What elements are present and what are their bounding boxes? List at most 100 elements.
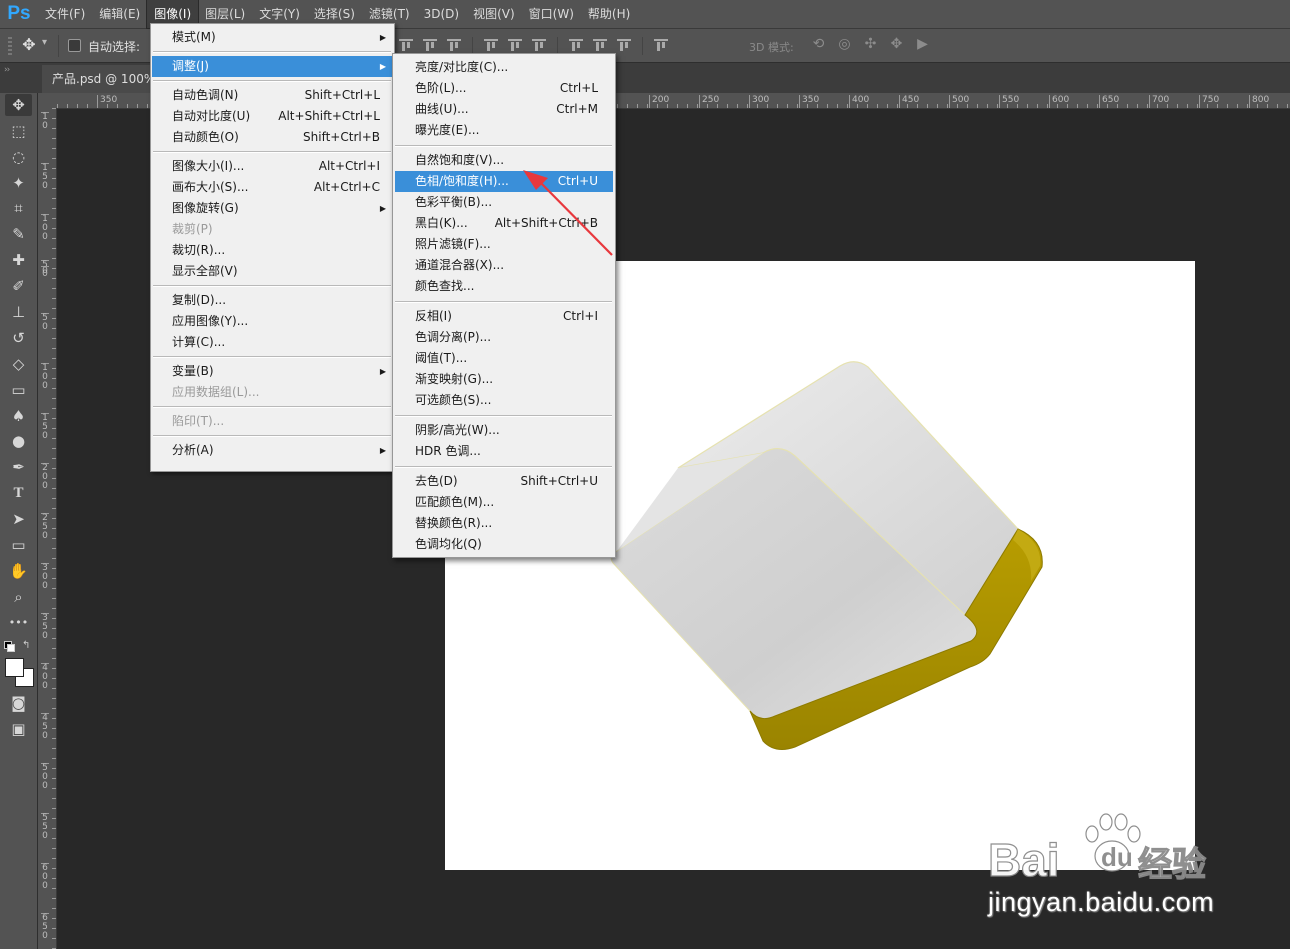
distribute-hcenter-icon[interactable] — [592, 37, 608, 53]
adjust-menu-item[interactable]: 曲线(U)... Ctrl+M — [395, 99, 613, 120]
adjust-menu-item[interactable]: 色相/饱和度(H)... Ctrl+U — [395, 171, 613, 192]
menu-item-label: 通道混合器(X)... — [415, 258, 505, 272]
gradient-tool-icon[interactable]: ▭ — [5, 379, 32, 401]
adjust-menu-item[interactable]: 色调分离(P)... — [395, 327, 613, 348]
image-menu-item[interactable]: 自动色调(N) Shift+Ctrl+L — [152, 85, 393, 106]
distribute-left-icon[interactable] — [568, 37, 584, 53]
eraser-tool-icon[interactable]: ◇ — [5, 353, 32, 375]
image-menu-item[interactable]: 图像旋转(G) ▶ — [152, 198, 393, 219]
move-tool-icon[interactable]: ✥ — [5, 94, 32, 116]
type-tool-icon[interactable]: T — [5, 482, 32, 504]
more-tools-icon[interactable]: ••• — [5, 612, 32, 634]
adjust-menu-item[interactable]: 颜色查找... — [395, 276, 613, 297]
3d-scale-icon[interactable]: ▶ — [914, 36, 931, 53]
zoom-tool-icon[interactable]: ⌕ — [5, 586, 32, 608]
chevron-down-icon[interactable]: ▾ — [42, 37, 47, 48]
distribute-right-icon[interactable] — [616, 37, 632, 53]
image-menu-item[interactable]: 变量(B) ▶ — [152, 361, 393, 382]
image-menu-item[interactable]: 自动对比度(U) Alt+Shift+Ctrl+L — [152, 106, 393, 127]
lasso-tool-icon[interactable]: ◌ — [5, 146, 32, 168]
adjust-menu-item[interactable]: 曝光度(E)... — [395, 120, 613, 141]
history-brush-tool-icon[interactable]: ↺ — [5, 327, 32, 349]
adjust-menu-item[interactable]: 阈值(T)... — [395, 348, 613, 369]
swap-colors-icon[interactable]: ↰ — [22, 640, 30, 651]
adjust-menu-item[interactable]: 色彩平衡(B)... — [395, 192, 613, 213]
3d-slide-icon[interactable]: ✥ — [888, 36, 905, 53]
ruler-vertical[interactable]: 1 01 5 01 0 05 005 01 0 01 5 02 0 02 5 0… — [38, 108, 57, 949]
ruler-origin[interactable] — [38, 93, 58, 109]
image-menu-item[interactable]: 画布大小(S)... Alt+Ctrl+C — [152, 177, 393, 198]
menu-item-label: 曲线(U)... — [415, 102, 469, 116]
ruler-label: 750 — [1199, 95, 1219, 108]
magic-wand-tool-icon[interactable]: ✦ — [5, 172, 32, 194]
crop-tool-icon[interactable]: ⌗ — [5, 197, 32, 219]
image-menu-item: 陷印(T)... — [152, 411, 393, 432]
menu-item-label: 自动对比度(U) — [172, 109, 251, 123]
image-menu-item[interactable]: 图像大小(I)... Alt+Ctrl+I — [152, 156, 393, 177]
3d-rotate-icon[interactable]: ⟲ — [810, 36, 827, 53]
adjust-menu-item[interactable]: 可选颜色(S)... — [395, 390, 613, 411]
image-menu-item[interactable]: 自动颜色(O) Shift+Ctrl+B — [152, 127, 393, 148]
adjust-menu-item[interactable]: 通道混合器(X)... — [395, 255, 613, 276]
quick-mask-icon[interactable]: ◙ — [5, 692, 32, 714]
align-bottom-icon[interactable] — [446, 37, 462, 53]
distribute-vcenter-icon[interactable] — [507, 37, 523, 53]
distribute-bottom-icon[interactable] — [531, 37, 547, 53]
menu-item-label: 自动颜色(O) — [172, 130, 239, 144]
image-menu-item[interactable]: 复制(D)... — [152, 290, 393, 311]
adjust-menu-item[interactable]: 黑白(K)... Alt+Shift+Ctrl+B — [395, 213, 613, 234]
menu-8[interactable]: 视图(V) — [466, 0, 522, 28]
align-vcenter-icon[interactable] — [422, 37, 438, 53]
rectangle-tool-icon[interactable]: ▭ — [5, 534, 32, 556]
adjust-menu-item[interactable]: 亮度/对比度(C)... — [395, 57, 613, 78]
menu-0[interactable]: 文件(F) — [38, 0, 92, 28]
adjust-menu-item[interactable]: 渐变映射(G)... — [395, 369, 613, 390]
path-select-tool-icon[interactable]: ➤ — [5, 508, 32, 530]
options-bar-grip[interactable] — [8, 37, 12, 55]
image-menu-item[interactable]: 应用图像(Y)... — [152, 311, 393, 332]
adjust-menu-item[interactable]: 阴影/高光(W)... — [395, 420, 613, 441]
align-top-icon[interactable] — [398, 37, 414, 53]
stamp-tool-icon[interactable]: ⊥ — [5, 301, 32, 323]
adjust-menu-item[interactable]: 去色(D) Shift+Ctrl+U — [395, 471, 613, 492]
panel-collapse-icon[interactable]: ›› — [4, 65, 10, 75]
adjust-menu-item[interactable]: 匹配颜色(M)... — [395, 492, 613, 513]
default-colors-icon[interactable] — [4, 641, 15, 652]
foreground-color-swatch[interactable] — [5, 658, 24, 677]
hand-tool-icon[interactable]: ✋ — [5, 560, 32, 582]
adjust-menu-item[interactable]: 照片滤镜(F)... — [395, 234, 613, 255]
adjust-menu-item[interactable]: 色阶(L)... Ctrl+L — [395, 78, 613, 99]
adjust-menu-item[interactable]: HDR 色调... — [395, 441, 613, 462]
image-menu-item[interactable]: 计算(C)... — [152, 332, 393, 353]
image-menu-item[interactable]: 调整(J) ▶ — [152, 56, 393, 77]
healing-tool-icon[interactable]: ✚ — [5, 249, 32, 271]
auto-align-icon[interactable] — [653, 37, 669, 53]
blur-tool-icon[interactable]: ♠ — [5, 405, 32, 427]
brush-tool-icon[interactable]: ✐ — [5, 275, 32, 297]
menu-item-label: 调整(J) — [172, 59, 209, 73]
image-menu-item[interactable]: 显示全部(V) — [152, 261, 393, 282]
menu-7[interactable]: 3D(D) — [417, 0, 466, 28]
eyedropper-tool-icon[interactable]: ✎ — [5, 223, 32, 245]
marquee-tool-icon[interactable]: ⬚ — [5, 120, 32, 142]
auto-select-checkbox[interactable] — [68, 39, 81, 52]
document-tab[interactable]: 产品.psd @ 100% — [42, 65, 160, 93]
screen-mode-icon[interactable]: ▣ — [5, 718, 32, 740]
3d-roll-icon[interactable]: ◎ — [836, 36, 853, 53]
menu-item-shortcut: Alt+Ctrl+C — [313, 180, 380, 194]
image-menu-item[interactable]: 分析(A) ▶ — [152, 440, 393, 461]
move-tool-preset-icon[interactable]: ✥ — [20, 35, 38, 55]
dodge-tool-icon[interactable]: ● — [5, 430, 32, 452]
adjust-menu-item[interactable]: 替换颜色(R)... — [395, 513, 613, 534]
adjust-menu-item[interactable]: 色调均化(Q) — [395, 534, 613, 555]
adjust-menu-item[interactable]: 反相(I) Ctrl+I — [395, 306, 613, 327]
distribute-top-icon[interactable] — [483, 37, 499, 53]
3d-drag-icon[interactable]: ✣ — [862, 36, 879, 53]
image-menu-item[interactable]: 模式(M) ▶ — [152, 27, 393, 48]
menu-10[interactable]: 帮助(H) — [581, 0, 637, 28]
menu-1[interactable]: 编辑(E) — [92, 0, 147, 28]
menu-9[interactable]: 窗口(W) — [522, 0, 581, 28]
pen-tool-icon[interactable]: ✒ — [5, 456, 32, 478]
image-menu-item[interactable]: 裁切(R)... — [152, 240, 393, 261]
adjust-menu-item[interactable]: 自然饱和度(V)... — [395, 150, 613, 171]
